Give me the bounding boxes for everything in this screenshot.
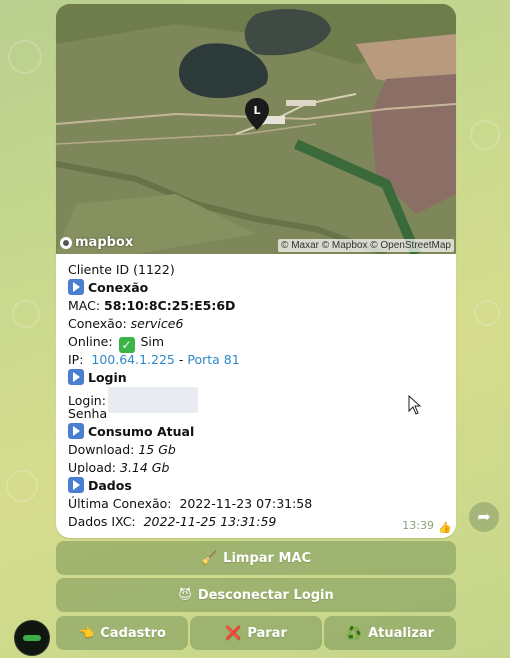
section-consumo-label: Consumo Atual [88,424,195,439]
atualizar-button[interactable]: ♻️ Atualizar [324,616,456,650]
map-attribution[interactable]: © Maxar © Mapbox © OpenStreetMap [278,239,454,252]
ultima-conexao-row: Última Conexão: 2022-11-23 07:31:58 [68,495,448,513]
section-conexao-label: Conexão [88,280,149,295]
section-consumo: Consumo Atual [68,423,448,441]
atualizar-label: Atualizar [368,625,435,641]
background-doodle [474,300,500,326]
message-text: Cliente ID (1122) Conexão MAC: 58:10:8C:… [68,261,448,531]
cliente-id: Cliente ID (1122) [68,262,175,277]
desconectar-login-button[interactable]: 😈 Desconectar Login [56,578,456,612]
login-redacted [107,387,198,413]
ip-label: IP: [68,352,84,367]
download-row: Download: 15 Gb [68,441,448,459]
thumbs-up-reaction[interactable]: 👍 [438,521,452,534]
background-doodle [12,300,40,328]
location-pin-icon[interactable]: L [245,98,269,130]
online-row: Online: ✓ Sim [68,333,448,353]
desconectar-login-label: Desconectar Login [197,587,334,603]
background-doodle [8,40,42,74]
ultima-conexao-value: 2022-11-23 07:31:58 [179,496,313,511]
section-login: Login [68,369,448,387]
mapbox-logo: mapbox [60,235,133,250]
online-value: Sim [140,334,165,349]
upload-value: 3.14 Gb [120,460,170,475]
pointing-hand-icon: 👈 [78,625,95,641]
online-label: Online: [68,334,113,349]
ip-link[interactable]: 100.64.1.225 [91,352,175,367]
cross-mark-icon: ❌ [225,625,242,641]
conexao-label: Conexão: [68,316,127,331]
senha-label: Senha [68,406,108,421]
section-dados-label: Dados [88,478,132,493]
limpar-mac-label: Limpar MAC [223,550,312,566]
mapbox-logo-icon [60,236,72,249]
download-label: Download: [68,442,135,457]
ip-row: IP: 100.64.1.225 - Porta 81 [68,351,448,369]
mouse-cursor-icon [408,395,422,415]
upload-row: Upload: 3.14 Gb [68,459,448,477]
broom-icon: 🧹 [200,550,218,566]
section-dados: Dados [68,477,448,495]
mac-label: MAC: [68,298,101,313]
background-doodle [470,120,500,150]
recycle-icon: ♻️ [345,625,363,641]
parar-label: Parar [247,625,287,641]
section-conexao: Conexão [68,279,448,297]
play-button-icon [68,477,84,493]
mac-value: 58:10:8C:25:E5:6D [104,298,236,313]
limpar-mac-button[interactable]: 🧹 Limpar MAC [56,541,456,575]
login-row: Login: [68,387,448,413]
download-value: 15 Gb [138,442,176,457]
ultima-conexao-label: Última Conexão: [68,496,172,511]
cadastro-label: Cadastro [100,625,166,641]
ip-separator: - [178,352,184,367]
parar-button[interactable]: ❌ Parar [190,616,322,650]
conexao-value: service6 [130,316,184,331]
conexao-row: Conexão: service6 [68,315,448,333]
cadastro-button[interactable]: 👈 Cadastro [56,616,188,650]
play-button-icon [68,369,84,385]
dados-ixc-value: 2022-11-25 13:31:59 [143,514,277,529]
devil-icon: 😈 [178,587,192,603]
upload-label: Upload: [68,460,117,475]
dados-ixc-row: Dados IXC: 2022-11-25 13:31:59 [68,513,448,531]
play-button-icon [68,423,84,439]
play-button-icon [68,279,84,295]
share-icon[interactable]: ➦ [469,502,499,532]
background-doodle [6,470,38,502]
location-map[interactable]: L mapbox © Maxar © Mapbox © OpenStreetMa… [56,4,456,254]
pin-label: L [253,104,260,117]
dados-ixc-label: Dados IXC: [68,514,136,529]
mac-row: MAC: 58:10:8C:25:E5:6D [68,297,448,315]
porta-link[interactable]: Porta 81 [187,352,239,367]
section-login-label: Login [88,370,127,385]
message-time: 13:39 [402,519,434,532]
mapbox-logo-text: mapbox [75,235,134,250]
message-bubble: L mapbox © Maxar © Mapbox © OpenStreetMa… [56,4,456,538]
bot-avatar[interactable] [14,620,50,656]
